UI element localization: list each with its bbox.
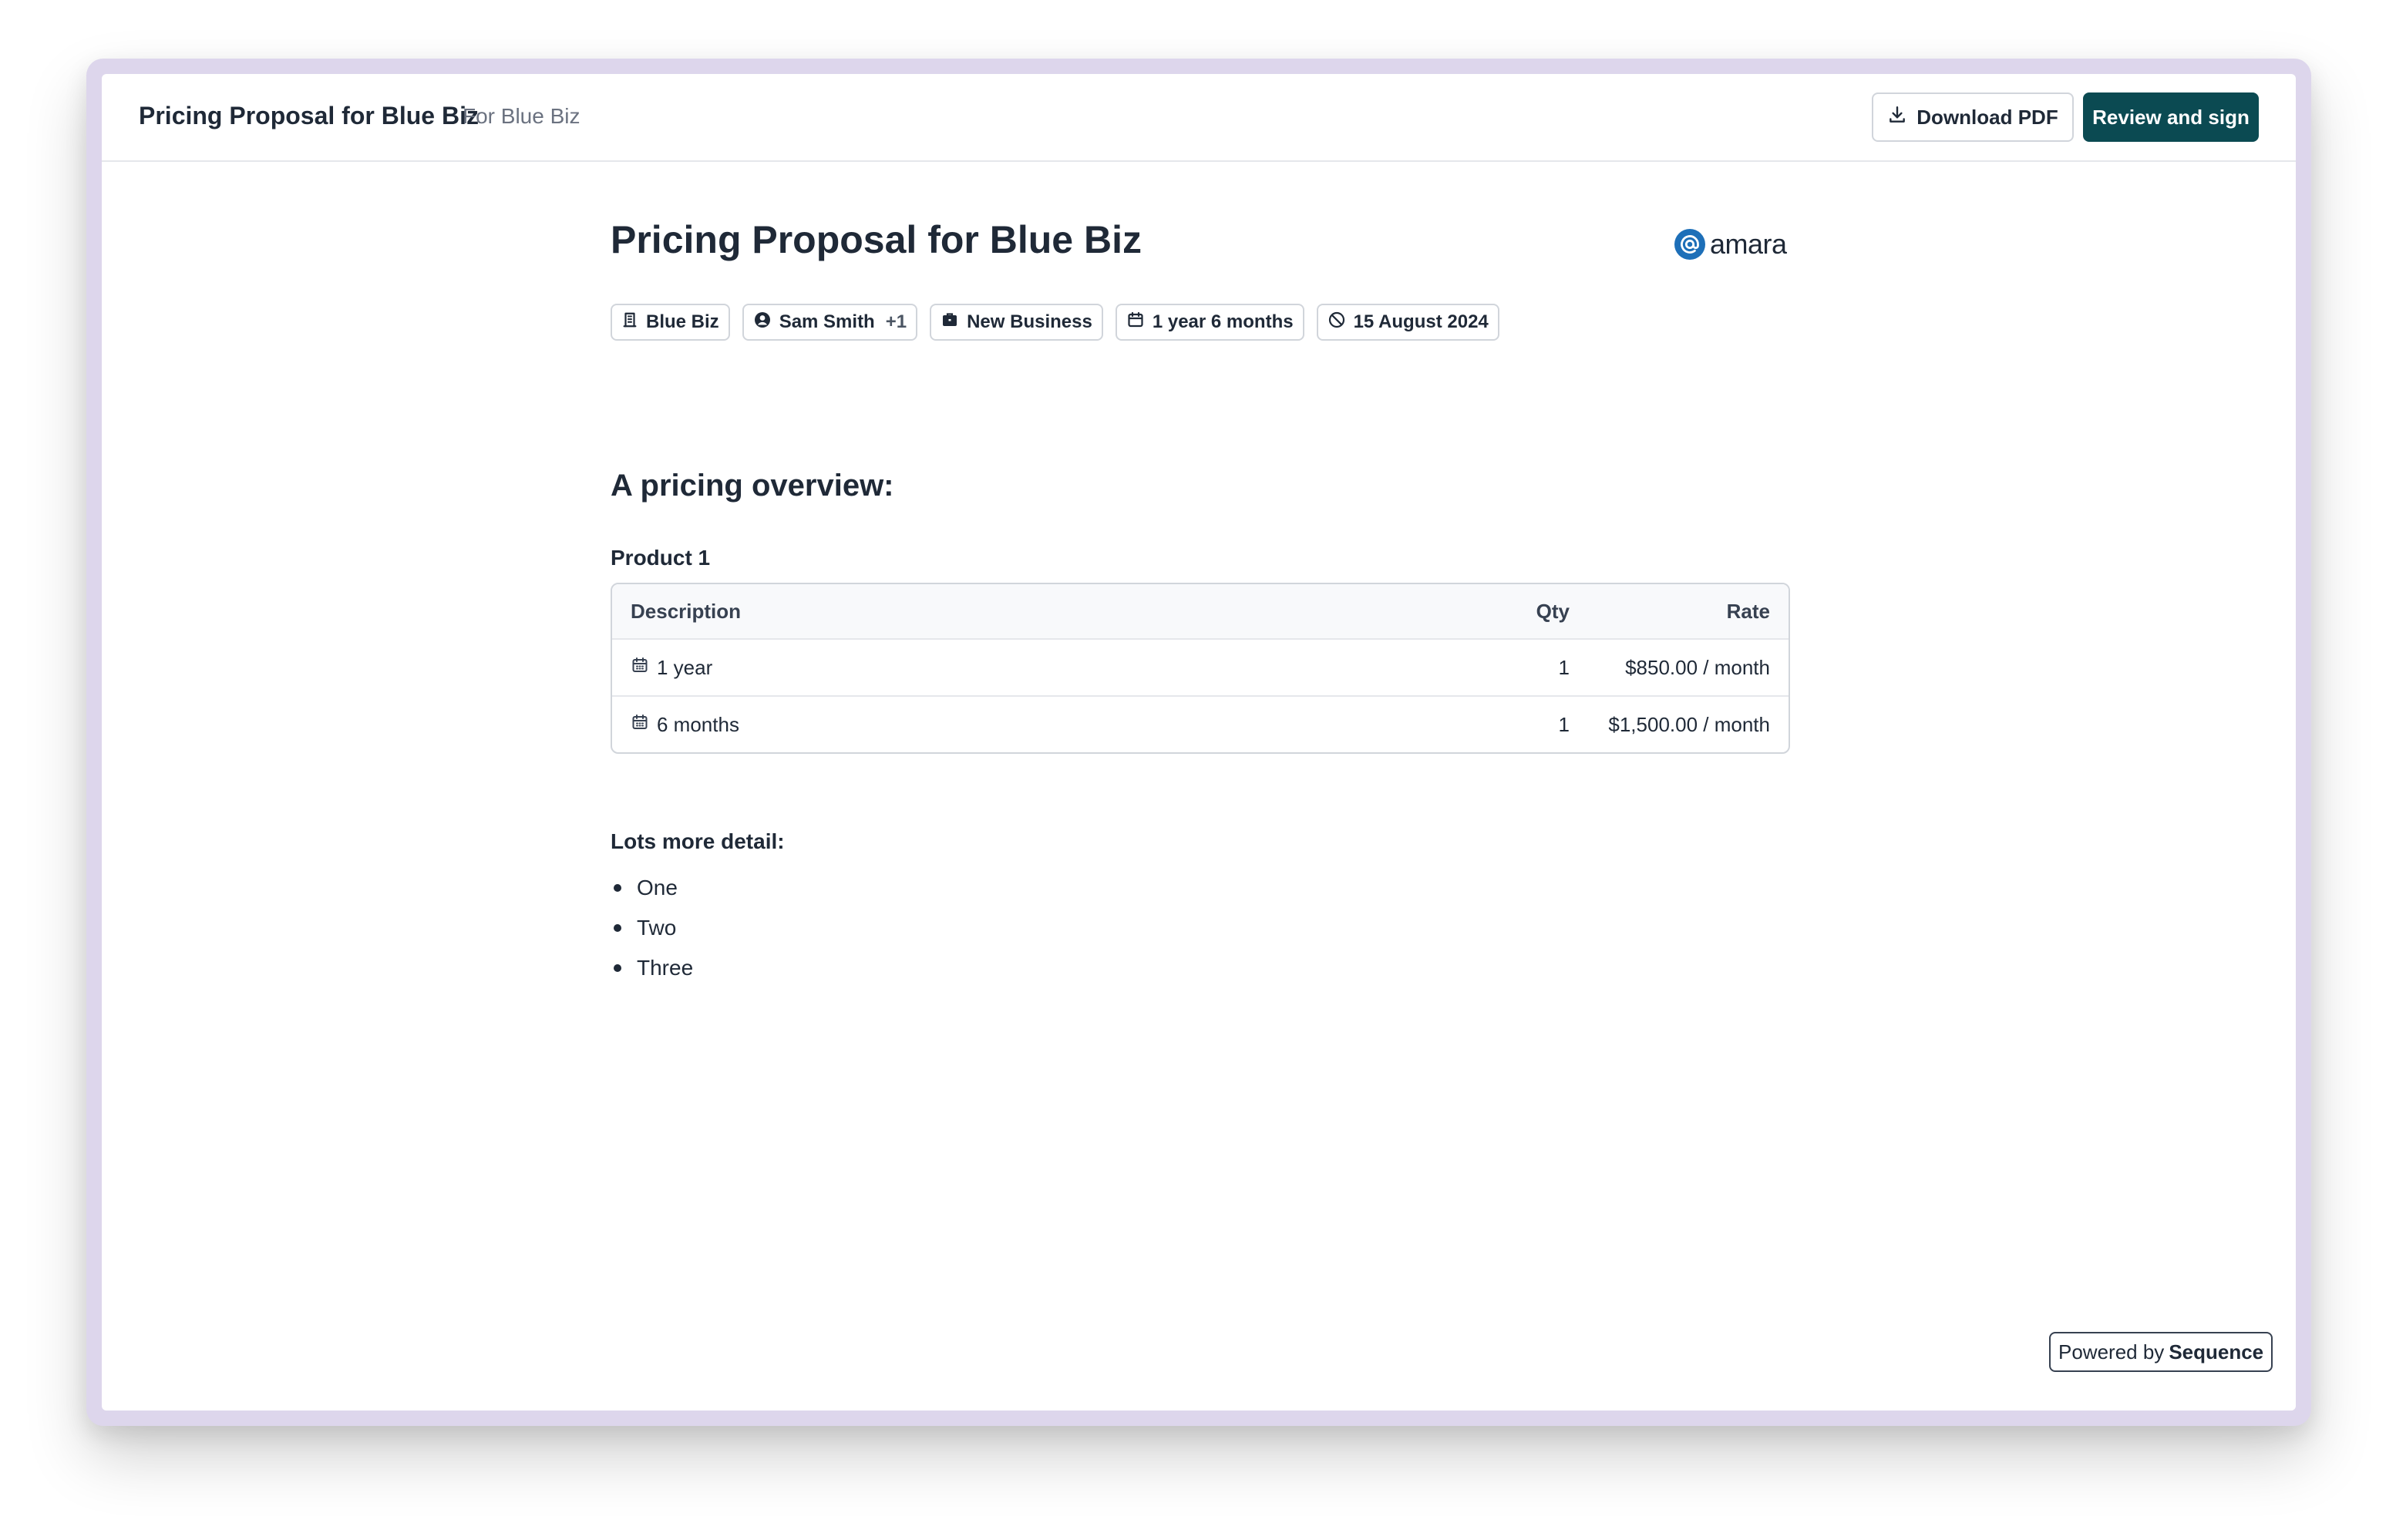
list-item: One bbox=[611, 868, 693, 908]
top-bar: Pricing Proposal for Blue Biz For Blue B… bbox=[102, 74, 2296, 162]
document-title: Pricing Proposal for Blue Biz bbox=[611, 218, 1142, 261]
tag-deal-type[interactable]: New Business bbox=[930, 304, 1103, 341]
powered-by-label: Powered by bbox=[2058, 1340, 2165, 1363]
ban-icon bbox=[1328, 311, 1354, 335]
table-row: 6 months 1 $1,500.00 / month bbox=[612, 695, 1789, 752]
tag-duration[interactable]: 1 year 6 months bbox=[1115, 304, 1304, 341]
tag-expiry-label: 15 August 2024 bbox=[1353, 311, 1489, 332]
row-qty: 1 bbox=[1558, 712, 1570, 736]
row-description: 1 year bbox=[631, 640, 712, 695]
tag-company[interactable]: Blue Biz bbox=[611, 304, 730, 341]
powered-by-badge[interactable]: Powered by Sequence bbox=[2049, 1332, 2273, 1372]
briefcase-icon bbox=[941, 311, 967, 335]
user-circle-icon bbox=[753, 311, 779, 335]
row-description-label: 6 months bbox=[657, 712, 739, 736]
tag-company-label: Blue Biz bbox=[646, 311, 719, 332]
list-item: Three bbox=[611, 948, 693, 988]
detail-list: One Two Three bbox=[611, 868, 693, 988]
tag-owner-extra-count: +1 bbox=[885, 311, 907, 332]
calendar-days-icon bbox=[631, 656, 657, 680]
row-description-label: 1 year bbox=[657, 655, 713, 679]
building-icon bbox=[621, 311, 646, 334]
row-qty: 1 bbox=[1558, 655, 1570, 679]
tag-duration-label: 1 year 6 months bbox=[1152, 311, 1294, 332]
header-rate: Rate bbox=[1726, 599, 1770, 623]
download-icon bbox=[1887, 105, 1916, 130]
calendar-days-icon bbox=[631, 713, 657, 737]
pricing-table: Description Qty Rate 1 year 1 $850.00 / … bbox=[611, 583, 1790, 754]
calendar-icon bbox=[1126, 311, 1153, 335]
tag-owner-label: Sam Smith bbox=[779, 311, 875, 332]
tag-deal-type-label: New Business bbox=[967, 311, 1092, 332]
table-header-row: Description Qty Rate bbox=[612, 584, 1789, 638]
proposal-window: Pricing Proposal for Blue Biz For Blue B… bbox=[102, 74, 2296, 1411]
review-and-sign-label: Review and sign bbox=[2092, 105, 2250, 129]
topbar-subtitle: For Blue Biz bbox=[463, 104, 580, 128]
section-title: A pricing overview: bbox=[611, 469, 894, 503]
topbar-title: Pricing Proposal for Blue Biz bbox=[139, 102, 479, 129]
download-pdf-button[interactable]: Download PDF bbox=[1872, 92, 2074, 142]
review-and-sign-button[interactable]: Review and sign bbox=[2083, 92, 2259, 142]
powered-by-brand: Sequence bbox=[2169, 1340, 2264, 1363]
row-rate: $850.00 / month bbox=[1625, 655, 1770, 679]
header-description: Description bbox=[631, 599, 742, 623]
list-item: Two bbox=[611, 908, 693, 948]
download-pdf-label: Download PDF bbox=[1916, 105, 2058, 129]
product-title: Product 1 bbox=[611, 546, 711, 570]
company-logo: amara bbox=[1674, 228, 1787, 261]
tag-owner[interactable]: Sam Smith +1 bbox=[742, 304, 918, 341]
table-row: 1 year 1 $850.00 / month bbox=[612, 638, 1789, 695]
logo-mark-icon bbox=[1674, 229, 1705, 260]
row-description: 6 months bbox=[631, 697, 739, 752]
detail-title: Lots more detail: bbox=[611, 829, 785, 853]
metadata-tags: Blue Biz Sam Smith +1 New Business 1 yea… bbox=[611, 304, 1512, 341]
logo-text: amara bbox=[1710, 228, 1787, 260]
header-qty: Qty bbox=[1536, 599, 1570, 623]
page: Pricing Proposal for Blue Biz For Blue B… bbox=[0, 0, 2396, 1540]
tag-expiry[interactable]: 15 August 2024 bbox=[1316, 304, 1499, 341]
row-rate: $1,500.00 / month bbox=[1608, 712, 1770, 736]
